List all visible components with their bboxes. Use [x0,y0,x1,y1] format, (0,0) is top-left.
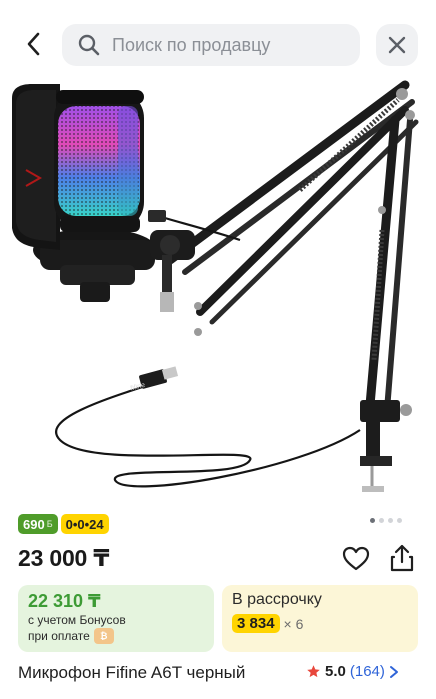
search-input[interactable] [112,34,352,56]
search-icon [76,32,102,58]
bonus-badge-amount: 690 [23,516,45,532]
product-image[interactable]: fifine [0,60,436,510]
bonus-price-line2: при оплате ₿ [28,628,204,644]
promo-badges: 690 Б 0•0•24 [18,514,109,534]
close-icon [388,36,406,54]
product-title: Микрофон Fifine A6T черный [18,663,246,682]
bonus-price-amount: 22 310 ₸ [28,591,101,611]
bonus-price-card[interactable]: 22 310 ₸ с учетом Бонусов при оплате ₿ [18,585,214,652]
microphone-body [54,90,144,232]
installment-title: В рассрочку [232,591,322,608]
chevron-left-icon [27,32,40,56]
installment-times: × 6 [283,615,304,632]
pager-dot[interactable] [388,518,393,523]
share-icon [390,544,414,572]
bonus-badge: 690 Б [18,514,58,534]
review-count: (164) [349,663,385,680]
chevron-right-icon [389,665,398,678]
heart-icon [342,546,370,571]
pager-dot[interactable] [397,518,402,523]
brand-label: fifine [130,382,146,393]
bonus-price-line2-text: при оплате [28,629,90,643]
coin-icon: ₿ [93,628,114,644]
pager-dot[interactable] [370,518,375,523]
favorite-button[interactable] [342,545,370,573]
bonus-badge-suffix: Б [46,519,53,529]
bonus-price-line1: с учетом Бонусов [28,613,126,627]
installment-amount: 3 834 [232,614,280,633]
pop-filter [12,84,60,250]
image-pager [370,518,402,523]
installment-badge: 0•0•24 [60,514,109,534]
star-icon [307,665,320,678]
usb-cable [55,378,361,488]
boom-arm [165,80,419,492]
share-button[interactable] [388,543,416,573]
installment-row: 3 834 × 6 [232,614,408,633]
pager-dot[interactable] [379,518,384,523]
rating-score: 5.0 [325,663,346,680]
back-button[interactable] [16,26,52,62]
product-price: 23 000 ₸ [18,545,110,571]
installment-card[interactable]: В рассрочку 3 834 × 6 [222,585,418,652]
rating-link[interactable]: 5.0 (164) [306,663,399,680]
